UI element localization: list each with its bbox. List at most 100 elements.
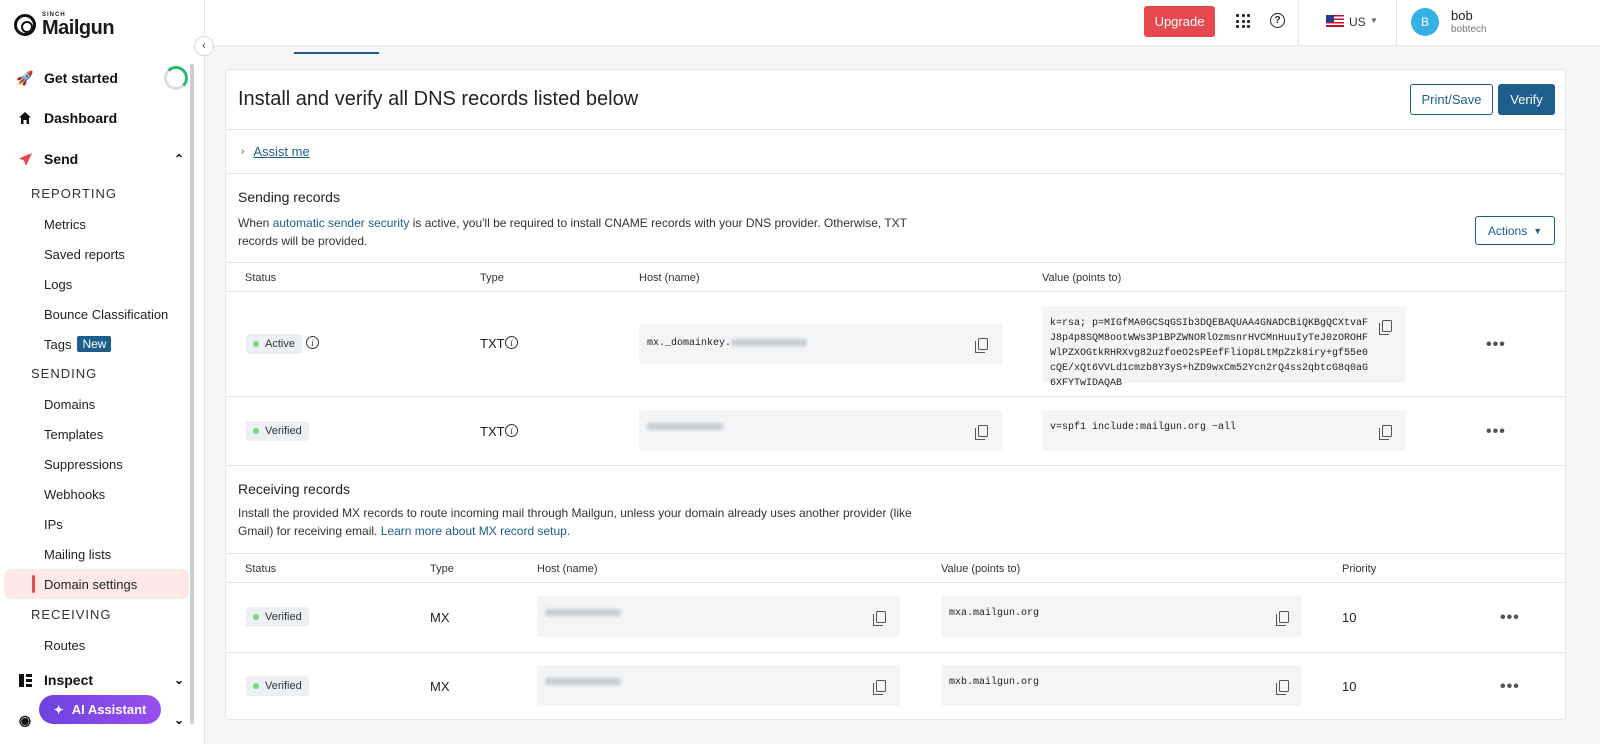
apps-grid-icon[interactable] — [1236, 14, 1250, 28]
sidebar-item-label: Domain settings — [44, 576, 138, 592]
nav-inspect[interactable]: Inspect ⌄ — [0, 660, 190, 700]
sidebar-item-label: Tags — [44, 336, 72, 352]
value-box: mxa.mailgun.org — [941, 596, 1302, 637]
sidebar-item-metrics[interactable]: Metrics — [4, 209, 189, 239]
sidebar: SINCH Mailgun 🚀 Get started Dashboard Se… — [0, 0, 205, 744]
copy-icon[interactable] — [873, 611, 886, 626]
sidebar-item-label: Mailing lists — [44, 546, 112, 562]
copy-icon[interactable] — [975, 425, 988, 440]
receiving-table-header: Status Type Host (name) Value (points to… — [226, 553, 1565, 583]
row-actions-menu[interactable]: ••• — [1500, 679, 1520, 695]
column-header-type: Type — [430, 563, 454, 575]
row-actions-menu[interactable]: ••• — [1486, 424, 1506, 440]
sidebar-item-webhooks[interactable]: Webhooks — [4, 479, 189, 509]
nav-send[interactable]: Send ⌃ — [0, 139, 190, 179]
help-icon[interactable]: ? — [1270, 13, 1285, 28]
region-selector[interactable]: US — [1349, 15, 1366, 29]
value-box: k=rsa; p=MIGfMA0GCSqGSIb3DQEBAQUAA4GNADC… — [1042, 306, 1406, 389]
assist-me-link[interactable]: Assist me — [253, 144, 309, 159]
inspect-icon — [17, 673, 33, 687]
divider — [226, 173, 1565, 174]
column-header-type: Type — [480, 272, 504, 284]
copy-icon[interactable] — [975, 338, 988, 353]
copy-icon[interactable] — [1276, 680, 1289, 695]
sidebar-scrollbar[interactable] — [190, 64, 194, 724]
row-actions-menu[interactable]: ••• — [1500, 610, 1520, 626]
sidebar-item-ips[interactable]: IPs — [4, 509, 189, 539]
topbar-divider — [1396, 0, 1397, 46]
priority-value: 10 — [1342, 610, 1357, 625]
info-icon[interactable]: i — [505, 424, 518, 437]
sidebar-item-label: Bounce Classification — [44, 306, 169, 322]
mailgun-logo[interactable]: SINCH Mailgun — [14, 12, 115, 38]
ai-assistant-button[interactable]: ✦ AI Assistant — [39, 695, 161, 724]
redacted-domain — [731, 338, 808, 346]
send-icon — [17, 152, 33, 167]
sidebar-item-suppressions[interactable]: Suppressions — [4, 449, 189, 479]
onboarding-progress-ring — [164, 66, 188, 90]
sidebar-item-domain-settings[interactable]: Domain settings — [4, 569, 189, 599]
nav-dashboard-label: Dashboard — [44, 110, 118, 126]
sidebar-collapse-button[interactable]: ‹ — [194, 36, 214, 56]
us-flag-icon[interactable] — [1326, 15, 1344, 27]
divider — [226, 129, 1565, 130]
column-header-priority: Priority — [1342, 563, 1377, 575]
sidebar-item-label: Logs — [44, 276, 73, 292]
sidebar-item-tags[interactable]: Tags New — [4, 329, 189, 359]
nav-get-started-label: Get started — [44, 70, 118, 86]
section-reporting: REPORTING — [31, 186, 118, 201]
sidebar-item-saved-reports[interactable]: Saved reports — [4, 239, 189, 269]
sending-records-description: When automatic sender security is active… — [238, 214, 918, 250]
receiving-records-description: Install the provided MX records to route… — [238, 504, 918, 540]
nav-get-started[interactable]: 🚀 Get started — [0, 58, 190, 98]
status-badge: Verified — [246, 607, 309, 627]
sidebar-item-logs[interactable]: Logs — [4, 269, 189, 299]
chevron-right-icon: › — [241, 146, 245, 157]
assist-me-toggle[interactable]: › Assist me — [241, 144, 310, 159]
avatar[interactable]: B — [1411, 8, 1439, 36]
new-badge: New — [77, 336, 112, 352]
copy-icon[interactable] — [1276, 611, 1289, 626]
ai-assistant-label: AI Assistant — [71, 702, 147, 717]
sidebar-item-mailing-lists[interactable]: Mailing lists — [4, 539, 189, 569]
sidebar-item-label: IPs — [44, 516, 63, 532]
copy-icon[interactable] — [873, 680, 886, 695]
chevron-down-icon: ⌄ — [173, 713, 184, 727]
info-icon[interactable]: i — [505, 336, 518, 349]
row-divider — [226, 396, 1565, 397]
actions-dropdown-button[interactable]: Actions ▼ — [1475, 216, 1555, 245]
automatic-sender-security-link[interactable]: automatic sender security — [273, 216, 410, 230]
actions-label: Actions — [1487, 223, 1528, 238]
mx-record-setup-link[interactable]: Learn more about MX record setup. — [381, 524, 570, 538]
column-header-value: Value (points to) — [1042, 272, 1122, 284]
sidebar-item-bounce-classification[interactable]: Bounce Classification — [4, 299, 189, 329]
info-icon[interactable]: i — [306, 336, 319, 349]
chevron-down-icon: ⌄ — [173, 673, 184, 687]
nav-dashboard[interactable]: Dashboard — [0, 98, 190, 138]
desc-text: When — [238, 216, 273, 230]
print-save-button[interactable]: Print/Save — [1410, 84, 1493, 115]
record-type: MX — [430, 610, 450, 625]
host-value-box — [639, 410, 1002, 451]
page-title: Install and verify all DNS records liste… — [238, 88, 639, 110]
row-actions-menu[interactable]: ••• — [1486, 337, 1506, 353]
copy-icon[interactable] — [1379, 425, 1392, 440]
section-sending: SENDING — [31, 366, 98, 381]
nav-send-label: Send — [44, 151, 79, 167]
gauge-icon: ◉ — [18, 711, 32, 728]
active-tab-indicator — [294, 52, 379, 54]
sidebar-item-templates[interactable]: Templates — [4, 419, 189, 449]
value-box: v=spf1 include:mailgun.org ~all — [1042, 410, 1406, 451]
verify-button[interactable]: Verify — [1498, 84, 1555, 115]
redacted-domain — [545, 677, 621, 685]
copy-icon[interactable] — [1379, 320, 1392, 335]
user-org: bobtech — [1451, 24, 1487, 35]
sidebar-item-label: Saved reports — [44, 246, 125, 262]
upgrade-button[interactable]: Upgrade — [1144, 6, 1215, 37]
user-name[interactable]: bob — [1451, 8, 1473, 23]
column-header-status: Status — [245, 563, 277, 575]
record-type: MX — [430, 679, 450, 694]
sidebar-item-routes[interactable]: Routes — [4, 630, 189, 660]
column-header-value: Value (points to) — [941, 563, 1021, 575]
sidebar-item-domains[interactable]: Domains — [4, 389, 189, 419]
